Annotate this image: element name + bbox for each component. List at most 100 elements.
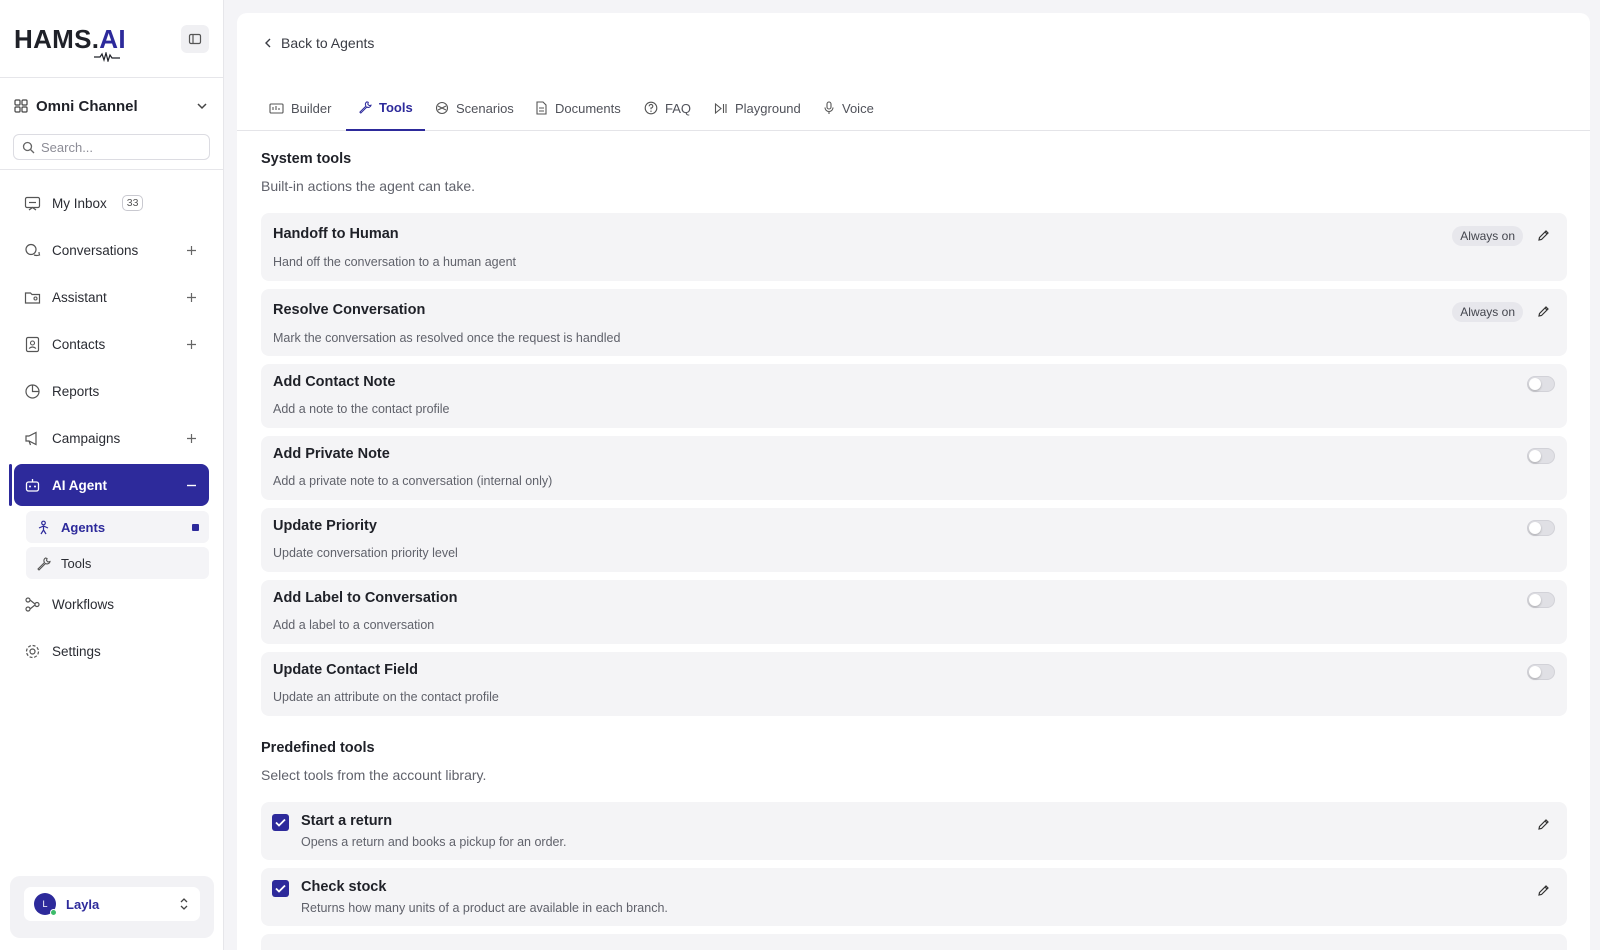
microphone-icon	[824, 101, 834, 114]
back-to-agents-link[interactable]: Back to Agents	[263, 35, 374, 51]
plus-icon[interactable]	[183, 289, 199, 305]
plus-icon[interactable]	[183, 242, 199, 258]
sidebar-item-label: Settings	[52, 643, 101, 659]
tool-checkbox[interactable]	[272, 880, 289, 897]
sidebar-item-label: Campaigns	[52, 430, 121, 446]
pencil-icon	[1537, 229, 1549, 241]
sidebar-subitem-tools[interactable]: Tools	[26, 547, 209, 579]
sidebar-item-label: AI Agent	[52, 477, 107, 493]
tool-description: Mark the conversation as resolved once t…	[273, 331, 621, 345]
predefined-tools-title: Predefined tools	[261, 740, 375, 756]
tool-name: Add Label to Conversation	[273, 590, 458, 606]
chat-bubbles-icon	[25, 243, 41, 256]
sidebar-item-settings[interactable]: Settings	[14, 630, 209, 672]
sidebar-item-label: Conversations	[52, 242, 139, 258]
tool-row-add-private-note: Add Private Note Add a private note to a…	[261, 436, 1567, 500]
always-on-badge: Always on	[1452, 302, 1523, 322]
main-panel: Back to Agents Builder Tools Scenarios D…	[237, 13, 1590, 950]
sidebar-item-reports[interactable]: Reports	[14, 370, 209, 412]
tool-description: Update conversation priority level	[273, 546, 458, 560]
active-indicator	[192, 523, 199, 531]
tab-faq[interactable]: FAQ	[632, 85, 703, 131]
tool-description: Add a private note to a conversation (in…	[273, 474, 553, 488]
sidebar-item-conversations[interactable]: Conversations	[14, 229, 209, 271]
edit-tool-button[interactable]	[1535, 303, 1551, 319]
tab-playground[interactable]: Playground	[702, 85, 813, 131]
inbox-count-badge: 33	[121, 195, 144, 211]
chevron-down-icon	[197, 103, 207, 110]
tool-description: Opens a return and books a pickup for an…	[301, 835, 567, 849]
tool-name: Update Contact Field	[273, 662, 419, 678]
tool-description: Add a note to the contact profile	[273, 402, 450, 416]
app-logo[interactable]: HAMS.AI	[14, 23, 126, 62]
search-input[interactable]	[41, 139, 201, 155]
tab-tools[interactable]: Tools	[346, 85, 425, 131]
user-menu[interactable]: L Layla	[24, 887, 200, 921]
tool-name: Add Private Note	[273, 446, 390, 462]
tool-toggle[interactable]	[1527, 520, 1555, 536]
chevron-left-icon	[265, 38, 271, 48]
edit-tool-button[interactable]	[1535, 882, 1551, 898]
sidebar-item-ai-agent[interactable]: AI Agent	[9, 464, 209, 506]
tab-label: Documents	[555, 100, 621, 116]
search-box[interactable]	[13, 134, 210, 160]
tool-description: Returns how many units of a product are …	[301, 901, 668, 915]
workspace-switcher[interactable]: Omni Channel	[0, 78, 223, 134]
sidebar-item-label: Contacts	[52, 336, 106, 352]
tab-builder[interactable]: Builder	[257, 85, 343, 131]
wrench-icon	[37, 556, 51, 571]
avatar-initial: L	[42, 899, 48, 909]
sidebar-collapse-button[interactable]	[181, 24, 209, 53]
tool-name: Check stock	[301, 879, 387, 895]
sidebar-item-assistant[interactable]: Assistant	[14, 276, 209, 318]
minus-icon[interactable]	[183, 477, 199, 493]
sidebar-subitem-agents[interactable]: Agents	[26, 511, 209, 543]
play-pause-icon	[714, 102, 727, 114]
tool-row-add-contact-note: Add Contact Note Add a note to the conta…	[261, 364, 1567, 428]
tab-label: Playground	[735, 100, 801, 116]
avatar: L	[34, 893, 57, 916]
plus-icon[interactable]	[183, 336, 199, 352]
sidebar-item-workflows[interactable]: Workflows	[14, 583, 209, 625]
logo-ai-text: AI	[99, 23, 126, 54]
tool-row-update-priority: Update Priority Update conversation prio…	[261, 508, 1567, 572]
tab-documents[interactable]: Documents	[523, 85, 633, 131]
sidebar-item-campaigns[interactable]: Campaigns	[14, 417, 209, 459]
edit-tool-button[interactable]	[1535, 227, 1551, 243]
tool-row-partial	[261, 934, 1567, 950]
search-icon	[22, 141, 35, 153]
tab-label: Scenarios	[456, 100, 514, 116]
tab-scenarios[interactable]: Scenarios	[423, 85, 526, 131]
workflow-icon	[25, 596, 40, 612]
tool-toggle[interactable]	[1527, 664, 1555, 680]
sidebar-item-label: Reports	[52, 383, 100, 399]
megaphone-icon	[25, 431, 37, 445]
sidebar-item-contacts[interactable]: Contacts	[14, 323, 209, 365]
tool-toggle[interactable]	[1527, 376, 1555, 392]
tool-name: Start a return	[301, 813, 393, 829]
sidebar-item-label: Tools	[61, 555, 92, 571]
contact-book-icon	[25, 336, 40, 352]
tool-name: Add Contact Note	[273, 374, 396, 390]
tool-name: Resolve Conversation	[273, 302, 426, 318]
sidebar-toggle-icon	[188, 33, 202, 44]
user-panel: L Layla	[10, 876, 214, 938]
tool-toggle[interactable]	[1527, 592, 1555, 608]
tool-row-handoff-to-human: Handoff to Human Hand off the conversati…	[261, 213, 1567, 281]
tool-checkbox[interactable]	[272, 814, 289, 831]
edit-tool-button[interactable]	[1535, 816, 1551, 832]
system-tools-title: System tools	[261, 151, 352, 167]
tool-toggle[interactable]	[1527, 448, 1555, 464]
pencil-icon	[1537, 884, 1549, 896]
sidebar-item-label: Assistant	[52, 289, 107, 305]
sidebar: HAMS.AI Omni Channel My Inbox 33 Convers…	[0, 0, 224, 950]
check-icon	[275, 884, 286, 893]
tool-row-check-stock: Check stock Returns how many units of a …	[261, 868, 1567, 926]
sidebar-item-inbox[interactable]: My Inbox 33	[14, 182, 209, 224]
soundwave-icon	[94, 51, 120, 62]
sidebar-item-label: Agents	[61, 519, 106, 535]
workspace-name: Omni Channel	[36, 97, 138, 115]
plus-icon[interactable]	[183, 430, 199, 446]
tool-row-add-label-to-conversation: Add Label to Conversation Add a label to…	[261, 580, 1567, 644]
tab-voice[interactable]: Voice	[811, 85, 886, 131]
